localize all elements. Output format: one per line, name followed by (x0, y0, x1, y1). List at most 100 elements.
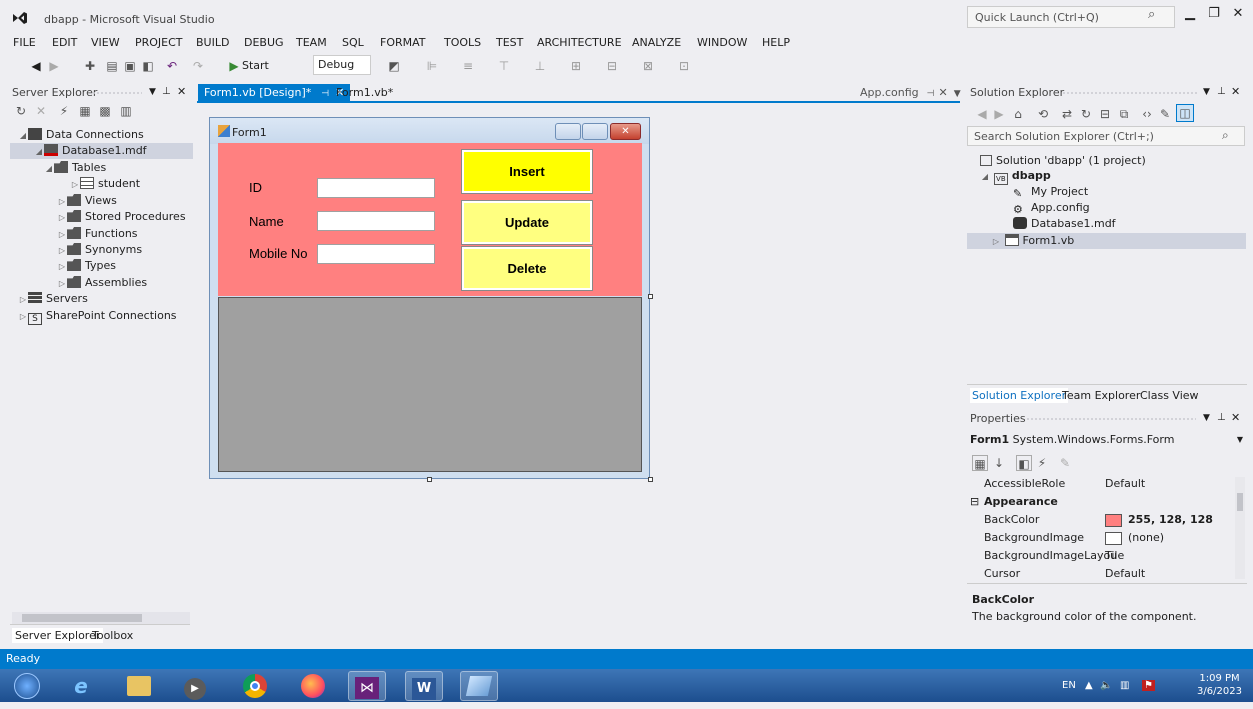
file-explorer-icon[interactable] (120, 671, 158, 701)
center-icon[interactable]: ⊠ (640, 58, 656, 74)
tab-class-view[interactable]: Class View (1140, 389, 1199, 402)
property-value[interactable]: (none) (1128, 529, 1164, 547)
form-minimize-button[interactable] (555, 123, 581, 140)
language-indicator[interactable]: EN (1062, 680, 1076, 691)
menu-analyze[interactable]: ANALYZE (632, 36, 681, 49)
collapsed-icon[interactable]: ▷ (57, 227, 67, 243)
menu-file[interactable]: FILE (13, 36, 36, 49)
stop-icon[interactable]: ✕ (33, 103, 49, 119)
chrome-icon[interactable] (236, 671, 274, 701)
start-orb-icon[interactable] (8, 671, 46, 701)
tree-item-form1[interactable]: ▷ Form1.vb (967, 233, 1246, 249)
pin-icon[interactable]: ⊥ (1217, 412, 1226, 423)
dropdown-icon[interactable]: ▼ (1237, 431, 1243, 449)
panel-dropdown-icon[interactable]: ▼ (149, 87, 156, 97)
collapsed-icon[interactable]: ▷ (57, 210, 67, 226)
properties-icon[interactable]: ▥ (118, 103, 134, 119)
form-close-button[interactable]: ✕ (610, 123, 641, 140)
collapsed-icon[interactable]: ▷ (57, 276, 67, 292)
connect-database-icon[interactable]: ⚡ (56, 103, 72, 119)
properties-wrench-icon[interactable]: ✎ (1157, 106, 1173, 122)
undo-icon[interactable]: ↶ (164, 58, 180, 74)
align-left-icon[interactable]: ⊫ (424, 58, 440, 74)
delete-button[interactable]: Delete (461, 246, 593, 291)
id-textbox[interactable] (317, 178, 435, 198)
tab-form1-design[interactable]: Form1.vb [Design]* ⊣ ✕ (198, 84, 351, 101)
update-button[interactable]: Update (461, 200, 593, 245)
align-center-icon[interactable]: ≡ (460, 58, 476, 74)
properties-scrollbar[interactable] (1235, 477, 1245, 579)
close-icon[interactable]: ✕ (1228, 6, 1248, 26)
tree-item-views[interactable]: ▷ Views (57, 193, 117, 209)
size-width-icon[interactable]: ⊞ (568, 58, 584, 74)
form-client-area[interactable]: ID Name Mobile No Insert Update Delete (218, 143, 642, 296)
property-row[interactable]: BackgroundImage (none) (968, 529, 1235, 547)
taskbar-clock[interactable]: 1:09 PM 3/6/2023 (1192, 672, 1247, 698)
property-pages-icon[interactable]: ✎ (1057, 455, 1073, 471)
tree-item-app-config[interactable]: ⚙ App.config (1013, 200, 1090, 216)
configuration-select[interactable]: Debug (313, 55, 371, 75)
collapsed-icon[interactable]: ▷ (57, 259, 67, 275)
visual-studio-taskbar-icon[interactable]: ⋈ (348, 671, 386, 701)
property-value[interactable]: Tile (1105, 547, 1124, 565)
property-row[interactable]: AccessibleRole Default (968, 475, 1235, 493)
scrollbar-thumb[interactable] (1237, 493, 1243, 511)
show-all-files-icon[interactable]: ⧉ (1116, 106, 1132, 122)
collapsed-icon[interactable]: ▷ (991, 234, 1001, 250)
properties-object-select[interactable]: Form1 System.Windows.Forms.Form ▼ (970, 431, 1245, 449)
expanded-icon[interactable]: ◢ (34, 144, 44, 160)
menu-help[interactable]: HELP (762, 36, 790, 49)
save-all-icon[interactable]: ◧ (140, 58, 156, 74)
pin-icon[interactable]: ⊥ (1217, 86, 1226, 97)
tab-team-explorer[interactable]: Team Explorer (1062, 389, 1140, 402)
attach-icon[interactable]: ◩ (386, 58, 402, 74)
categorized-icon[interactable]: ▦ (972, 455, 988, 471)
start-icon[interactable]: ▶ (226, 58, 242, 74)
panel-dropdown-icon[interactable]: ▼ (1203, 413, 1210, 423)
menu-build[interactable]: BUILD (196, 36, 229, 49)
tree-item-sharepoint[interactable]: ▷ S SharePoint Connections (18, 308, 177, 325)
tree-item-database[interactable]: Database1.mdf (1013, 216, 1116, 232)
menu-test[interactable]: TEST (496, 36, 523, 49)
tree-item-database1[interactable]: ◢ Database1.mdf (10, 143, 193, 159)
menu-project[interactable]: PROJECT (135, 36, 183, 49)
menu-team[interactable]: TEAM (296, 36, 327, 49)
tab-app-config[interactable]: App.config ⊣ ✕ ▼ (856, 84, 965, 101)
collapsed-icon[interactable]: ▷ (18, 292, 28, 308)
collapsed-icon[interactable]: ▷ (57, 243, 67, 259)
tab-server-explorer[interactable]: Server Explorer (12, 628, 104, 643)
form-maximize-button[interactable] (582, 123, 608, 140)
menu-architecture[interactable]: ARCHITECTURE (537, 36, 622, 49)
tab-close-icon[interactable]: ✕ (939, 86, 948, 99)
tree-item-stored-procedures[interactable]: ▷ Stored Procedures (57, 209, 186, 225)
open-icon[interactable]: ▤ (104, 58, 120, 74)
forward-icon[interactable]: ▶ (46, 58, 62, 74)
menu-window[interactable]: WINDOW (697, 36, 747, 49)
mobile-textbox[interactable] (317, 244, 435, 264)
panel-close-icon[interactable]: ✕ (177, 85, 186, 98)
panel-close-icon[interactable]: ✕ (1231, 85, 1240, 98)
back-icon[interactable]: ◀ (28, 58, 44, 74)
menu-edit[interactable]: EDIT (52, 36, 77, 49)
datagridview[interactable] (218, 297, 642, 472)
sharepoint-connect-icon[interactable]: ▩ (97, 103, 113, 119)
spacing-icon[interactable]: ⊟ (604, 58, 620, 74)
start-button[interactable]: Start (242, 56, 269, 75)
menu-sql[interactable]: SQL (342, 36, 364, 49)
property-value[interactable]: Default (1105, 565, 1145, 579)
tree-item-tables[interactable]: ◢ Tables (44, 160, 106, 176)
media-player-icon[interactable]: ▶ (176, 671, 214, 701)
action-center-icon[interactable]: ⚑ (1142, 680, 1155, 691)
align-middle-icon[interactable]: ⊥ (532, 58, 548, 74)
horizontal-scrollbar[interactable] (12, 612, 190, 624)
tree-item-synonyms[interactable]: ▷ Synonyms (57, 242, 142, 258)
show-hidden-icons[interactable]: ▲ (1085, 680, 1093, 691)
new-project-icon[interactable]: ✚ (82, 58, 98, 74)
pin-icon[interactable]: ⊥ (162, 86, 171, 97)
tab-solution-explorer[interactable]: Solution Explorer (970, 388, 1069, 403)
tree-item-my-project[interactable]: ✎ My Project (1013, 184, 1088, 200)
menu-view[interactable]: VIEW (91, 36, 120, 49)
collapse-icon[interactable]: ⊟ (970, 493, 979, 511)
search-icon[interactable]: ⌕ (1222, 128, 1229, 143)
collapsed-icon[interactable]: ▷ (57, 194, 67, 210)
